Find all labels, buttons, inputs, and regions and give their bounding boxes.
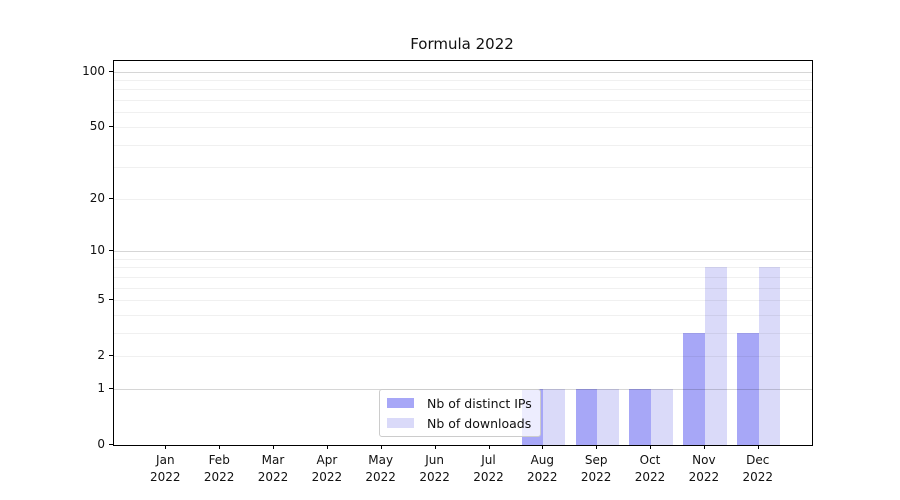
- y-tick-50: [109, 126, 113, 127]
- y-tick-0: [109, 444, 113, 445]
- x-tick-mar: [273, 445, 274, 449]
- x-tick-jan: [165, 445, 166, 449]
- legend-label-downloads: Nb of downloads: [427, 416, 531, 431]
- y-tick-label-0: 0: [65, 438, 105, 450]
- x-tick-label-may: May2022: [351, 452, 411, 485]
- y-tick-20: [109, 198, 113, 199]
- y-gridline-4: [114, 315, 812, 316]
- y-tick-10: [109, 250, 113, 251]
- y-gridline-60: [114, 112, 812, 113]
- x-tick-oct: [650, 445, 651, 449]
- y-gridline-80: [114, 89, 812, 90]
- y-gridline-9: [114, 259, 812, 260]
- x-tick-may: [381, 445, 382, 449]
- y-gridline-6: [114, 288, 812, 289]
- y-gridline-10: [114, 251, 812, 252]
- x-tick-jul: [489, 445, 490, 449]
- legend: Nb of distinct IPs Nb of downloads: [379, 389, 541, 437]
- x-tick-label-dec: Dec2022: [728, 452, 788, 485]
- y-gridline-50: [114, 127, 812, 128]
- y-gridline-5: [114, 300, 812, 301]
- y-tick-100: [109, 71, 113, 72]
- x-tick-apr: [327, 445, 328, 449]
- y-gridline-40: [114, 145, 812, 146]
- x-tick-label-feb: Feb2022: [189, 452, 249, 485]
- x-tick-label-nov: Nov2022: [674, 452, 734, 485]
- y-tick-label-50: 50: [65, 120, 105, 132]
- x-tick-sep: [596, 445, 597, 449]
- x-tick-label-jan: Jan2022: [135, 452, 195, 485]
- y-tick-label-20: 20: [65, 192, 105, 204]
- chart-figure: Formula 2022 Nb of distinct IPs Nb of do…: [0, 0, 900, 500]
- legend-item-distinct-ips: Nb of distinct IPs: [387, 396, 533, 411]
- y-gridline-100: [114, 72, 812, 73]
- x-tick-aug: [542, 445, 543, 449]
- y-tick-label-1: 1: [65, 382, 105, 394]
- x-tick-jun: [435, 445, 436, 449]
- y-tick-label-2: 2: [65, 349, 105, 361]
- x-tick-label-aug: Aug2022: [512, 452, 572, 485]
- x-tick-label-jun: Jun2022: [405, 452, 465, 485]
- y-gridline-30: [114, 167, 812, 168]
- y-gridline-70: [114, 100, 812, 101]
- y-gridline-3: [114, 333, 812, 334]
- plot-area: Nb of distinct IPs Nb of downloads: [113, 60, 813, 446]
- y-gridline-2: [114, 356, 812, 357]
- x-tick-dec: [758, 445, 759, 449]
- y-tick-label-5: 5: [65, 293, 105, 305]
- y-tick-2: [109, 355, 113, 356]
- y-tick-label-10: 10: [65, 244, 105, 256]
- y-tick-1: [109, 388, 113, 389]
- chart-title: Formula 2022: [113, 35, 811, 53]
- x-tick-label-apr: Apr2022: [297, 452, 357, 485]
- y-tick-5: [109, 299, 113, 300]
- legend-swatch-downloads: [387, 418, 414, 428]
- grid-layer: [114, 61, 812, 445]
- y-tick-label-100: 100: [65, 65, 105, 77]
- y-gridline-90: [114, 80, 812, 81]
- legend-label-distinct-ips: Nb of distinct IPs: [427, 396, 532, 411]
- y-gridline-8: [114, 267, 812, 268]
- x-tick-label-sep: Sep2022: [566, 452, 626, 485]
- x-tick-nov: [704, 445, 705, 449]
- legend-swatch-distinct-ips: [387, 398, 414, 408]
- x-tick-feb: [219, 445, 220, 449]
- y-gridline-7: [114, 277, 812, 278]
- x-tick-label-jul: Jul2022: [459, 452, 519, 485]
- x-tick-label-oct: Oct2022: [620, 452, 680, 485]
- legend-item-downloads: Nb of downloads: [387, 416, 533, 431]
- x-tick-label-mar: Mar2022: [243, 452, 303, 485]
- y-gridline-20: [114, 199, 812, 200]
